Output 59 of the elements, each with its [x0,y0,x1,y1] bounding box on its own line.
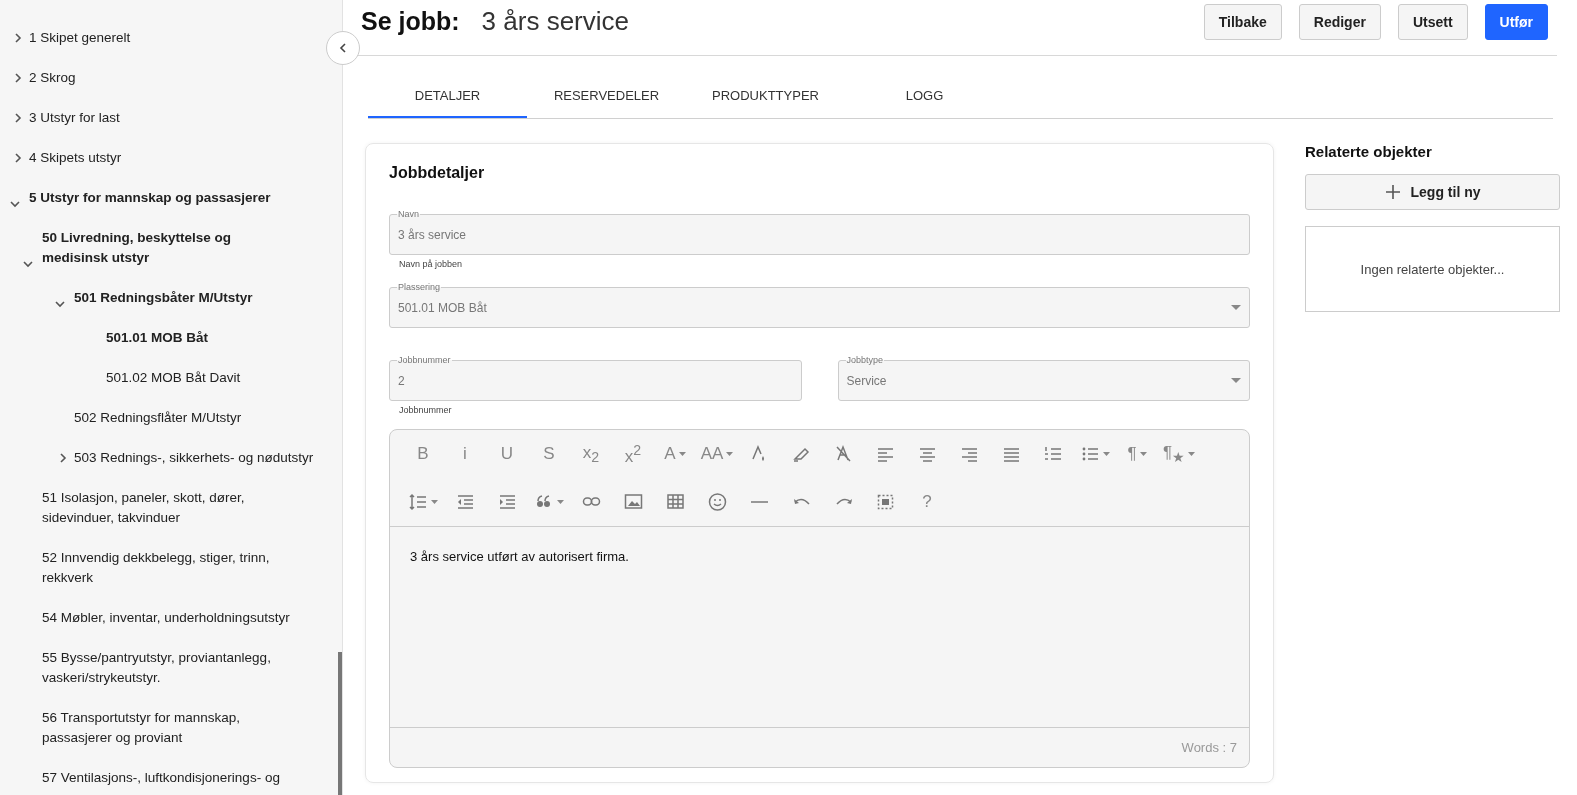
image-icon [623,492,643,512]
tree-item[interactable]: 2 Skrog [0,58,80,98]
chevron-right-icon [12,72,24,84]
tree-item[interactable]: 502 Redningsflåter M/Utstyr [0,398,246,438]
editor-content[interactable]: 3 års service utført av autorisert firma. [390,527,1249,728]
tree-item[interactable]: 57 Ventilasjons-, luftkondisjonerings- og [0,758,284,795]
tree-item[interactable]: 503 Rednings-, sikkerhets- og nødutstyr [0,438,318,478]
tree-item[interactable]: 54 Møbler, inventar, underholdningsutstyr [0,598,294,638]
chevron-down-icon [9,198,21,210]
tab[interactable]: PRODUKTTYPER [686,74,845,118]
tree-item[interactable]: 4 Skipets utstyr [0,138,126,178]
line-height-icon [408,492,428,512]
scrollbar-thumb[interactable] [338,652,342,795]
clear-format-icon [833,444,853,464]
select-all-icon [875,492,895,512]
action-button[interactable]: Utsett [1397,3,1468,40]
tree-item[interactable]: 51 Isolasjon, paneler, skott, dører, sidevinduer, takvinduer [0,478,296,538]
job-name: 3 års service [481,6,629,37]
chevron-right-icon [57,452,69,464]
chevron-right-icon [12,112,24,124]
tab[interactable]: LOGG [845,74,1004,118]
card-title: Jobbdetaljer [389,164,486,182]
tree-item[interactable]: 52 Innvendig dekkbelegg, stiger, trinn, rekkverk [0,538,296,598]
tree-item[interactable]: 501.02 MOB Båt Davit [0,358,245,398]
indent-icon [497,492,517,512]
tree-item[interactable]: 501 Redningsbåter M/Utstyr [0,278,257,318]
table-icon [665,492,685,512]
action-button[interactable]: Rediger [1298,3,1381,40]
word-count: Words : 7 [1181,740,1237,755]
tab[interactable]: RESERVEDELER [527,74,686,118]
plus-icon [1384,184,1401,200]
tree-item[interactable]: 56 Transportutstyr for mannskap, passasjerer og proviant [0,698,296,758]
empty-message: Ingen relaterte objekter... [1360,261,1505,277]
tree-item[interactable]: 55 Bysse/pantryutstyr, proviantanlegg, vaskeri/strykeutstyr. [0,638,296,698]
chevron-right-icon [12,152,24,164]
collapse-sidebar-button[interactable] [326,31,360,65]
tree-item[interactable]: 5 Utstyr for mannskap og passasjerer [0,178,275,218]
chevron-down-icon [22,258,34,270]
action-button[interactable]: Utfør [1484,3,1548,40]
helper-text: Jobbnummer [399,405,453,416]
chevron-right-icon [12,32,24,44]
page-title: Se jobb: [361,7,460,36]
tree-item[interactable]: 1 Skipet generelt [0,18,135,58]
action-button[interactable]: Tilbake [1203,3,1282,40]
outdent-icon [455,492,475,512]
helper-text: Navn på jobben [399,259,464,270]
add-new-button[interactable]: Legg til ny [1305,174,1560,210]
section-title: Relaterte objekter [1305,143,1433,160]
chevron-down-icon [54,298,66,310]
tree-item[interactable]: 3 Utstyr for last [0,98,124,138]
dropdown-arrow-icon [1231,305,1241,310]
tree-item[interactable]: 50 Livredning, beskyttelse og medisinsk utstyr [0,218,296,278]
smiley-icon [707,492,727,512]
tab[interactable]: DETALJER [368,74,527,118]
text-editor[interactable]: B i U S x$_{2}$ x$^{2}$ A AA ¶ ¶$_{★}$ ? 3 års service utført av autorisert firma. Words : 7 [389,429,1250,768]
dropdown-arrow-icon [1231,378,1241,383]
horizontal-line-icon [750,501,768,503]
chevron-left-icon [337,42,349,54]
tree-item[interactable]: 501.01 MOB Båt [0,318,213,358]
